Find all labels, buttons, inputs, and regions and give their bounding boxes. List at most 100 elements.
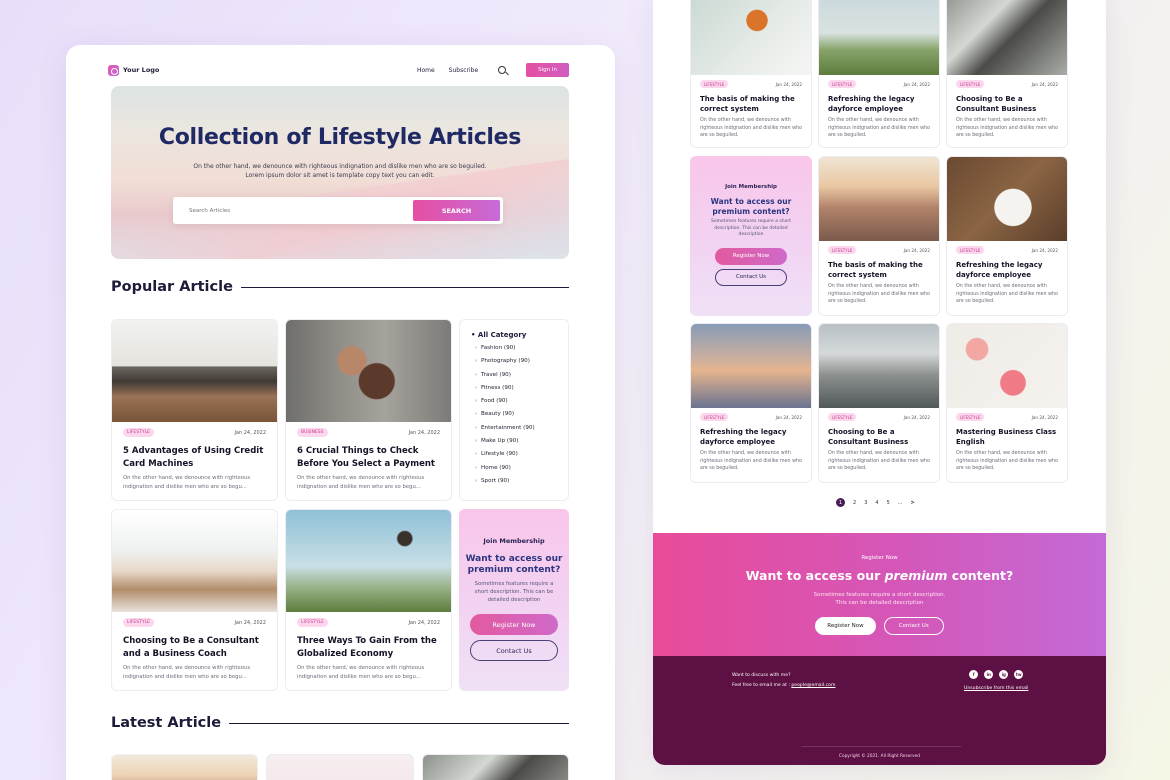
footer-email-link[interactable]: people@email.com: [791, 683, 835, 688]
cta-title-post: content?: [947, 568, 1014, 583]
category-tag[interactable]: LIFESTYLE: [828, 413, 857, 421]
article-card[interactable]: LIFESTYLE Jan 24, 2022 Refreshing the leg…: [818, 0, 940, 148]
facebook-icon[interactable]: f: [969, 670, 979, 679]
category-tag[interactable]: LIFESTYLE: [956, 413, 985, 421]
category-tag[interactable]: LIFESTYLE: [123, 428, 154, 437]
category-tag[interactable]: LIFESTYLE: [700, 413, 729, 421]
category-item[interactable]: Make Up (90): [471, 435, 557, 449]
article-card[interactable]: LIFESTYLE Jan 24, 2022 The basis of makin…: [690, 0, 812, 148]
category-item[interactable]: Photography (90): [471, 355, 557, 369]
hero-desc-line2: Lorem ipsum dolor sit amet is template c…: [245, 172, 435, 179]
article-card[interactable]: LIFESTYLE Jan 24, 2022 Refreshing the leg…: [690, 323, 812, 483]
page-3[interactable]: 3: [864, 500, 867, 506]
article-image: [819, 157, 939, 241]
category-item[interactable]: Fashion (90): [471, 342, 557, 356]
article-title[interactable]: Three Ways To Gain From the Globalized E…: [297, 635, 440, 660]
contact-us-button[interactable]: Contact Us: [715, 268, 787, 286]
article-excerpt: On the other hand, we denounce with righ…: [956, 284, 1058, 304]
article-card[interactable]: LIFESTYLE Jan 24, 2022 Choosing to Be a C…: [111, 509, 278, 691]
article-card[interactable]: LIFESTYLE Jan 24, 2022 Refreshing the leg…: [946, 156, 1068, 316]
nav-subscribe[interactable]: Subscribe: [449, 67, 478, 74]
linkedin-icon[interactable]: in: [984, 670, 994, 679]
article-title[interactable]: The basis of making the correct system: [700, 94, 802, 114]
category-tag[interactable]: LIFESTYLE: [700, 80, 729, 88]
search-icon[interactable]: [498, 66, 507, 74]
article-title[interactable]: Choosing to Be a Consultant Business: [828, 427, 930, 447]
category-item[interactable]: Travel (90): [471, 369, 557, 383]
article-excerpt: On the other hand, we denounce with righ…: [297, 475, 425, 490]
page-1[interactable]: 1: [836, 498, 845, 507]
article-title[interactable]: Refreshing the legacy dayforce employee: [956, 260, 1058, 280]
category-item[interactable]: Home (90): [471, 462, 557, 476]
search-button[interactable]: SEARCH: [413, 200, 500, 221]
page-4[interactable]: 4: [875, 500, 878, 506]
nav-home[interactable]: Home: [417, 67, 435, 74]
article-title[interactable]: The basis of making the correct system: [828, 260, 930, 280]
sign-in-button[interactable]: Sign In: [526, 63, 569, 77]
latest-article-card[interactable]: [422, 754, 569, 780]
article-card[interactable]: LIFESTYLE Jan 24, 2022 Mastering Business…: [946, 323, 1068, 483]
logo[interactable]: Your Logo: [108, 64, 160, 76]
article-image: [691, 0, 811, 75]
logo-text: Your Logo: [123, 66, 160, 74]
category-tag[interactable]: LIFESTYLE: [297, 618, 328, 627]
article-card[interactable]: LIFESTYLE Jan 24, 2022 Choosing to Be a C…: [818, 323, 940, 483]
article-excerpt: On the other hand, we denounce with righ…: [828, 451, 930, 471]
category-item[interactable]: Entertainment (90): [471, 422, 557, 436]
category-item[interactable]: Beauty (90): [471, 408, 557, 422]
article-card[interactable]: BUSINESS Jan 24, 2022 6 Crucial Things to…: [285, 319, 452, 501]
footer-contact: Want to discuss with me? Feel free to em…: [732, 671, 835, 690]
register-cta-section: Register Now Want to access our premium …: [653, 533, 1106, 656]
latest-article-card[interactable]: [111, 754, 258, 780]
category-tag[interactable]: LIFESTYLE: [956, 246, 985, 254]
article-date: Jan 24, 2022: [1031, 414, 1058, 420]
page-ellipsis: ...: [897, 499, 903, 506]
article-card[interactable]: LIFESTYLE Jan 24, 2022 The basis of makin…: [818, 156, 940, 316]
latest-article-card[interactable]: [266, 754, 414, 780]
category-tag[interactable]: BUSINESS: [297, 428, 328, 437]
category-tag[interactable]: LIFESTYLE: [123, 618, 154, 627]
article-card[interactable]: LIFESTYLE Jan 24, 2022 Three Ways To Gain…: [285, 509, 452, 691]
category-item[interactable]: Lifestyle (90): [471, 448, 557, 462]
twitter-icon[interactable]: tw: [1014, 670, 1024, 679]
article-title[interactable]: Mastering Business Class English: [956, 427, 1058, 447]
category-item[interactable]: Food (90): [471, 395, 557, 409]
footer-email-label: Feel free to email me at :: [732, 682, 792, 688]
category-heading: • All Category: [471, 331, 527, 339]
article-title[interactable]: Choosing to Be a Consultant Business: [956, 94, 1058, 114]
latest-heading: Latest Article: [111, 715, 569, 731]
membership-heading: Join Membership: [483, 537, 545, 545]
article-title[interactable]: Refreshing the legacy dayforce employee: [700, 427, 802, 447]
article-title[interactable]: 6 Crucial Things to Check Before You Sel…: [297, 445, 440, 470]
membership-title: Want to access our premium content?: [465, 554, 563, 575]
category-tag[interactable]: LIFESTYLE: [828, 80, 857, 88]
register-now-button[interactable]: Register Now: [715, 247, 787, 265]
article-image: [819, 0, 939, 75]
instagram-icon[interactable]: ig: [999, 670, 1009, 679]
cta-contact-button[interactable]: Contact Us: [883, 617, 944, 635]
article-date: Jan 24, 2022: [234, 429, 266, 436]
article-title[interactable]: 5 Advantages of Using Credit Card Machin…: [123, 445, 266, 470]
unsubscribe-link[interactable]: Unsubscribe from this email: [964, 686, 1028, 691]
article-title[interactable]: Choosing to Be a Consultant and a Busine…: [123, 635, 266, 660]
category-item[interactable]: Sport (90): [471, 475, 557, 489]
logo-icon: [108, 64, 119, 76]
category-item[interactable]: Fitness (90): [471, 382, 557, 396]
article-date: Jan 24, 2022: [775, 81, 802, 87]
page-5[interactable]: 5: [887, 500, 890, 506]
page-2[interactable]: 2: [853, 500, 856, 506]
membership-card: Join Membership Want to access our premi…: [690, 156, 812, 316]
category-tag[interactable]: LIFESTYLE: [956, 80, 985, 88]
article-title[interactable]: Refreshing the legacy dayforce employee: [828, 94, 930, 114]
membership-description: Sometimes features require a short descr…: [711, 219, 791, 237]
category-tag[interactable]: LIFESTYLE: [828, 246, 857, 254]
pagination: 1 2 3 4 5 ... >: [836, 498, 915, 507]
contact-us-button[interactable]: Contact Us: [470, 640, 558, 661]
cta-register-button[interactable]: Register Now: [815, 617, 876, 635]
next-page-icon[interactable]: >: [911, 500, 915, 506]
search-input[interactable]: [173, 207, 413, 214]
register-now-button[interactable]: Register Now: [470, 614, 558, 635]
article-card[interactable]: LIFESTYLE Jan 24, 2022 5 Advantages of Us…: [111, 319, 278, 501]
popular-heading-text: Popular Article: [111, 279, 233, 295]
article-card[interactable]: LIFESTYLE Jan 24, 2022 Choosing to Be a C…: [946, 0, 1068, 148]
